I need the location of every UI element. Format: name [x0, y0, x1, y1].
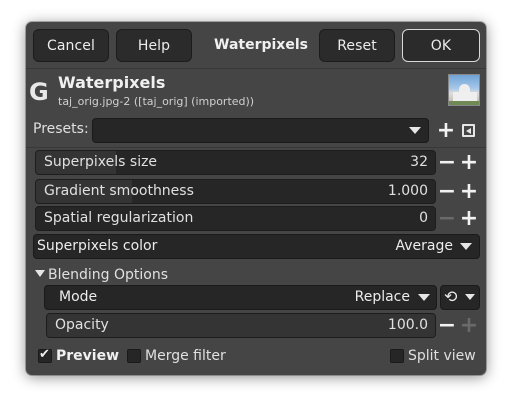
spatial-regularization-label: Spatial regularization	[44, 210, 194, 226]
gimp-logo-icon: G	[29, 78, 49, 106]
merge-filter-label[interactable]: Merge filter	[145, 348, 226, 364]
help-button[interactable]: Help	[116, 29, 192, 62]
split-view-label[interactable]: Split view	[408, 348, 476, 364]
thumbnail-lawn	[449, 101, 479, 105]
chevron-down-icon	[465, 294, 475, 300]
image-thumbnail	[448, 74, 480, 106]
blending-options-label[interactable]: Blending Options	[48, 267, 168, 283]
opacity-value: 100.0	[387, 317, 428, 333]
gradient-smoothness-slider[interactable]: Gradient smoothness 1.000	[35, 179, 436, 204]
split-view-checkbox[interactable]	[390, 349, 404, 363]
chevron-down-icon	[409, 127, 421, 134]
plus-icon[interactable]: +	[436, 118, 456, 143]
cancel-button[interactable]: Cancel	[33, 29, 109, 62]
expander-arrow-icon[interactable]	[35, 270, 45, 277]
plus-icon[interactable]: +	[459, 150, 479, 175]
superpixels-color-value: Average	[395, 238, 454, 254]
plus-icon[interactable]: +	[459, 179, 479, 204]
ok-button[interactable]: OK	[402, 29, 480, 62]
superpixels-color-label: Superpixels color	[37, 238, 158, 254]
plus-icon[interactable]: +	[459, 206, 479, 231]
spatial-regularization-slider[interactable]: Spatial regularization 0	[35, 206, 436, 231]
presets-label: Presets:	[33, 121, 89, 137]
filter-title: Waterpixels	[58, 73, 166, 92]
filter-dialog: Cancel Help Waterpixels Reset OK G Water…	[26, 22, 486, 375]
chevron-down-icon	[418, 294, 430, 301]
reset-button[interactable]: Reset	[319, 29, 395, 62]
preview-checkbox[interactable]: ✔	[38, 347, 52, 363]
gradient-smoothness-label: Gradient smoothness	[44, 183, 194, 199]
superpixels-size-label: Superpixels size	[44, 154, 158, 170]
mode-combo[interactable]: Mode Replace	[44, 285, 437, 310]
left-triangle-icon	[466, 128, 471, 134]
presets-separator	[26, 147, 486, 148]
minus-icon[interactable]: −	[437, 179, 457, 204]
minus-icon[interactable]: −	[437, 206, 457, 231]
minus-icon[interactable]: −	[437, 150, 457, 175]
mode-value: Replace	[354, 289, 410, 305]
mode-label: Mode	[59, 289, 98, 305]
superpixels-color-combo[interactable]: Superpixels color Average	[33, 234, 480, 259]
opacity-slider[interactable]: Opacity 100.0	[46, 313, 436, 338]
filter-subtitle: taj_orig.jpg-2 ([taj_orig] (imported))	[58, 95, 255, 108]
gradient-smoothness-value: 1.000	[387, 183, 428, 199]
spatial-regularization-value: 0	[419, 210, 428, 226]
preview-label[interactable]: Preview	[56, 348, 119, 364]
reset-mode-icon: ⟲	[444, 287, 458, 306]
presets-menu-icon[interactable]	[462, 124, 475, 137]
presets-combo[interactable]	[92, 118, 429, 143]
superpixels-size-value: 32	[410, 154, 428, 170]
superpixels-size-slider[interactable]: Superpixels size 32	[35, 150, 436, 175]
checkmark-icon: ✔	[39, 347, 50, 362]
dialog-title: Waterpixels	[214, 37, 308, 53]
composite-mode-button[interactable]: ⟲	[440, 285, 480, 310]
plus-icon[interactable]: +	[459, 313, 479, 338]
minus-icon[interactable]: −	[437, 313, 457, 338]
opacity-label: Opacity	[55, 317, 109, 333]
header-separator	[26, 68, 486, 69]
thumbnail-building	[453, 92, 477, 101]
merge-filter-checkbox[interactable]	[127, 349, 141, 363]
chevron-down-icon	[460, 243, 472, 250]
